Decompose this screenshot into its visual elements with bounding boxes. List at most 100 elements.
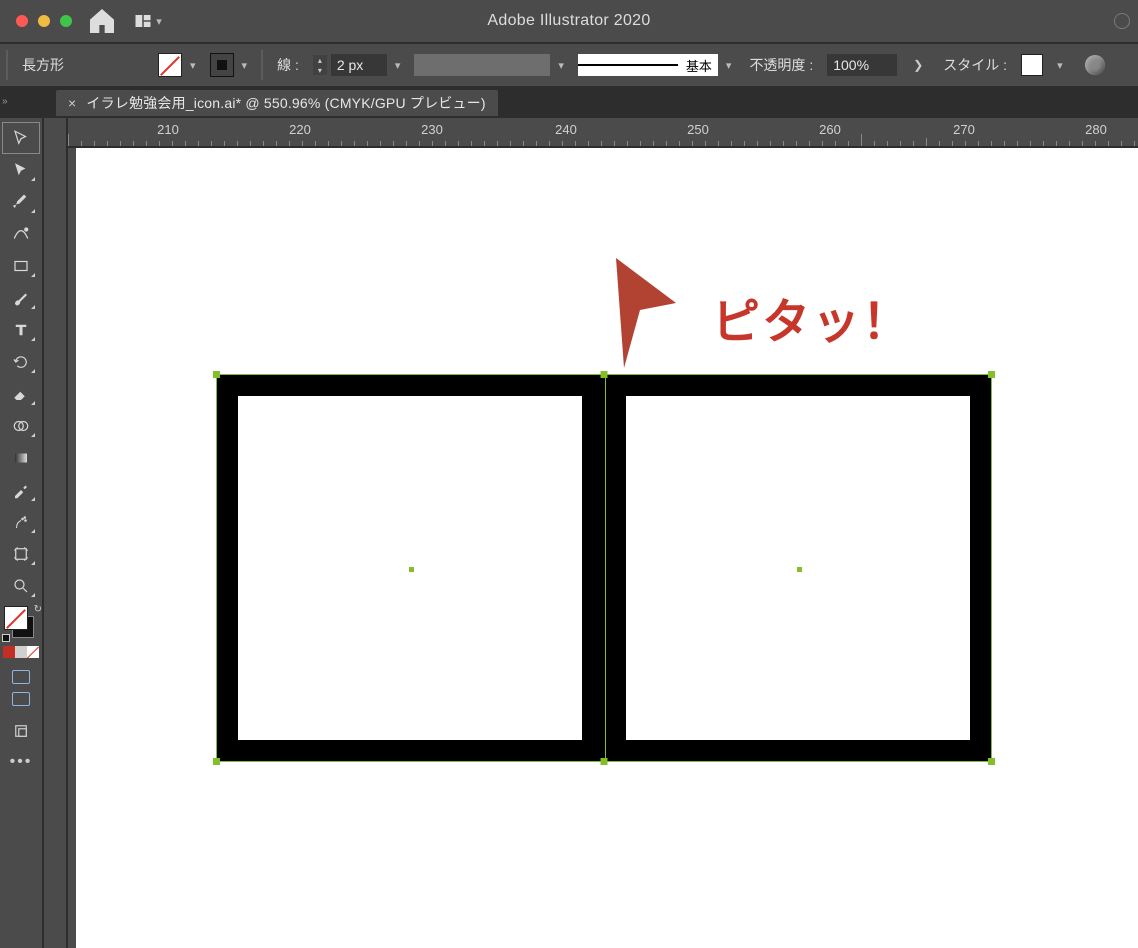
horizontal-ruler[interactable]: 210 220 230 240 250 260 270 280 [68, 118, 1138, 148]
draw-mode-icon [12, 722, 30, 740]
symbol-sprayer-tool[interactable] [3, 507, 39, 537]
stroke-swatch[interactable]: ▾ [210, 53, 252, 77]
artboard-icon [12, 545, 30, 563]
type-icon [12, 321, 30, 339]
ruler-major: 220 [289, 122, 311, 137]
rotate-icon [12, 353, 30, 371]
app-title: Adobe Illustrator 2020 [487, 12, 650, 30]
draw-mode-button[interactable] [3, 716, 39, 746]
fill-stroke-indicator[interactable]: ↻ [4, 606, 38, 640]
selection-handle[interactable] [601, 758, 608, 765]
swap-fill-stroke-icon[interactable]: ↻ [34, 604, 42, 615]
color-mode-row [3, 646, 39, 658]
zoom-tool[interactable] [3, 571, 39, 601]
minimize-window-icon[interactable] [38, 15, 50, 27]
chevron-down-icon[interactable]: ▾ [186, 59, 200, 72]
eyedropper-icon [12, 481, 30, 499]
ruler-major: 210 [157, 122, 179, 137]
no-fill-icon [158, 53, 182, 77]
default-fill-stroke-icon[interactable] [2, 634, 10, 642]
chevron-down-icon[interactable]: ▾ [554, 59, 568, 72]
chevron-down-icon[interactable]: ▾ [722, 59, 736, 72]
annotation-arrow-icon [606, 258, 686, 381]
graphic-style-swatch[interactable] [1021, 54, 1043, 76]
eraser-tool[interactable] [3, 379, 39, 409]
expand-panels-icon[interactable]: » [2, 96, 8, 107]
color-mode-color-icon[interactable] [3, 646, 15, 658]
selection-handle[interactable] [988, 758, 995, 765]
ruler-major: 260 [819, 122, 841, 137]
shape-builder-tool[interactable] [3, 411, 39, 441]
brush-name: 基本 [686, 56, 712, 75]
curvature-tool[interactable] [3, 219, 39, 249]
pen-tool[interactable] [3, 187, 39, 217]
opacity-label: 不透明度 : [745, 55, 817, 75]
document-tab-title: イラレ勉強会用_icon.ai* @ 550.96% (CMYK/GPU プレビ… [86, 93, 485, 113]
chevron-down-icon[interactable]: ▾ [238, 59, 252, 72]
tool-panel: ↻ ••• [0, 118, 44, 948]
fill-swatch[interactable]: ▾ [158, 53, 200, 77]
selection-center-anchor [409, 567, 414, 572]
selection-handle[interactable] [213, 371, 220, 378]
stroke-width-input[interactable] [331, 54, 387, 76]
stroke-width-stepper[interactable]: ▴ ▾ ▾ [313, 54, 405, 76]
options-bar: 長方形 ▾ ▾ 線 : ▴ ▾ ▾ ▾ 基本 ▾ 不透明度 : ❯ スタイル :… [0, 44, 1138, 88]
ruler-major: 230 [421, 122, 443, 137]
type-tool[interactable] [3, 315, 39, 345]
sync-status-icon [1114, 13, 1130, 29]
close-tab-icon[interactable]: × [68, 95, 76, 111]
document-tab[interactable]: × イラレ勉強会用_icon.ai* @ 550.96% (CMYK/GPU プ… [56, 90, 498, 116]
main-area: ↻ ••• 210 220 230 240 250 260 270 280 [0, 118, 1138, 948]
opacity-input[interactable] [827, 54, 897, 76]
selection-handle[interactable] [988, 371, 995, 378]
ruler-major: 250 [687, 122, 709, 137]
variable-width-profile[interactable]: ▾ [414, 54, 568, 76]
edit-toolbar-button[interactable]: ••• [10, 753, 33, 771]
home-button[interactable] [86, 5, 118, 37]
window-controls [16, 15, 72, 27]
rotate-tool[interactable] [3, 347, 39, 377]
vertical-ruler-gutter [44, 118, 68, 948]
selection-bounding-box [216, 374, 992, 762]
brush-preview: 基本 [578, 54, 718, 76]
stepper-buttons[interactable]: ▴ ▾ [313, 55, 327, 75]
selection-tool[interactable] [3, 123, 39, 153]
document-tab-strip: × イラレ勉強会用_icon.ai* @ 550.96% (CMYK/GPU プ… [0, 88, 1138, 118]
spray-icon [12, 513, 30, 531]
ruler-major: 240 [555, 122, 577, 137]
artboard[interactable]: ピタッ！ [76, 148, 1138, 948]
document-setup-icon[interactable] [1085, 55, 1105, 75]
stroke-label: 線 : [273, 55, 303, 75]
zoom-window-icon[interactable] [60, 15, 72, 27]
screen-mode-normal-icon[interactable] [12, 670, 30, 684]
paintbrush-tool[interactable] [3, 283, 39, 313]
chevron-down-icon[interactable]: ▾ [1053, 59, 1067, 72]
eyedropper-tool[interactable] [3, 475, 39, 505]
screen-mode-full-icon[interactable] [12, 692, 30, 706]
ruler-major: 280 [1085, 122, 1107, 137]
opacity-more-icon[interactable]: ❯ [907, 58, 929, 72]
object-type-label: 長方形 [18, 55, 68, 75]
brush-definition[interactable]: 基本 ▾ [578, 54, 736, 76]
workspace-switcher[interactable]: ▾ [132, 5, 164, 37]
step-up-icon[interactable]: ▴ [313, 55, 327, 65]
rectangle-tool[interactable] [3, 251, 39, 281]
direct-selection-tool[interactable] [3, 155, 39, 185]
color-mode-gradient-icon[interactable] [15, 646, 27, 658]
selection-handle[interactable] [213, 758, 220, 765]
close-window-icon[interactable] [16, 15, 28, 27]
chevron-down-icon[interactable]: ▾ [391, 59, 405, 72]
screen-mode-group [12, 670, 30, 706]
stroke-color-icon [210, 53, 234, 77]
ruler-major: 270 [953, 122, 975, 137]
home-icon [86, 5, 118, 37]
step-down-icon[interactable]: ▾ [313, 65, 327, 75]
title-bar: ▾ Adobe Illustrator 2020 [0, 0, 1138, 44]
artboard-tool[interactable] [3, 539, 39, 569]
gradient-icon [12, 449, 30, 467]
shape-builder-icon [12, 417, 30, 435]
gradient-tool[interactable] [3, 443, 39, 473]
fill-indicator [4, 606, 28, 630]
color-mode-none-icon[interactable] [27, 646, 39, 658]
canvas[interactable]: 210 220 230 240 250 260 270 280 6 7 8 9 … [68, 118, 1138, 948]
